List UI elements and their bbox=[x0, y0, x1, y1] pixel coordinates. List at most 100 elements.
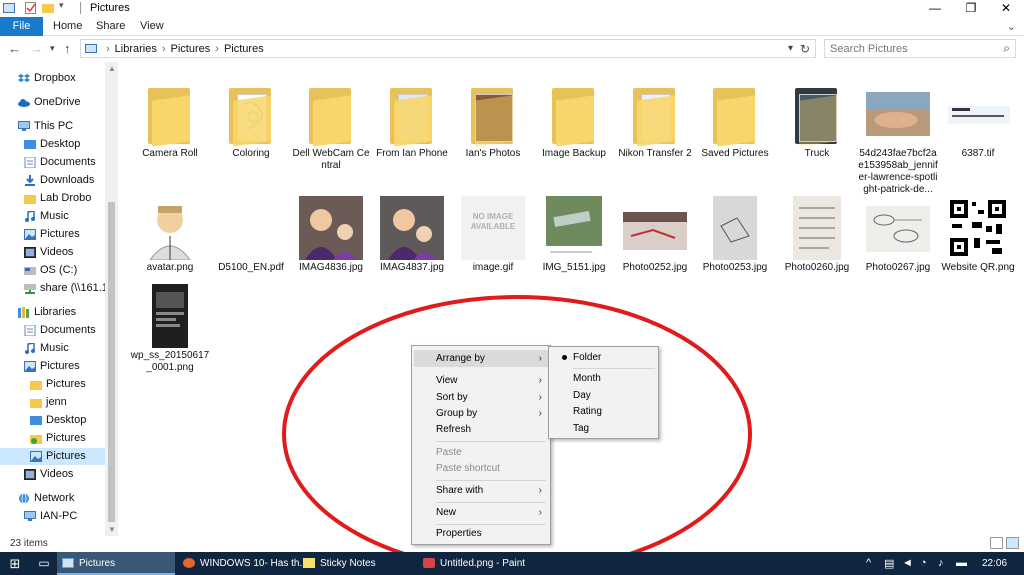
image-item[interactable]: wp_ss_20150617_0001.png bbox=[130, 272, 210, 390]
breadcrumb-libraries[interactable]: Libraries bbox=[115, 43, 157, 55]
clock[interactable]: 22:06 bbox=[982, 558, 1007, 569]
scroll-up-arrow-icon[interactable]: ▲ bbox=[108, 64, 116, 73]
folder-item[interactable]: From Ian Phone bbox=[372, 70, 452, 188]
back-arrow-icon[interactable]: ← bbox=[8, 41, 21, 56]
minimize-button[interactable]: — bbox=[917, 0, 953, 17]
downloads-icon bbox=[24, 175, 36, 186]
show-hidden-icons-icon[interactable]: ^ bbox=[866, 557, 871, 569]
folder-item[interactable]: Camera Roll bbox=[130, 70, 210, 188]
network-icon bbox=[18, 493, 30, 504]
menu-item-sort-by[interactable]: Sort by › bbox=[414, 389, 548, 406]
folder-item[interactable]: Dell WebCam Central bbox=[291, 70, 371, 188]
windows-start-icon[interactable]: ⊞ bbox=[0, 552, 30, 575]
menu-item-group-by[interactable]: Group by › bbox=[414, 405, 548, 422]
image-item[interactable]: 6387.tif bbox=[938, 70, 1018, 188]
menu-item-share-with[interactable]: Share with › bbox=[414, 482, 548, 499]
taskbar-item-paint[interactable]: Untitled.png - Paint bbox=[418, 552, 538, 575]
network-status-icon[interactable]: ▤ bbox=[884, 557, 894, 570]
refresh-icon[interactable]: ↻ bbox=[800, 42, 810, 56]
tab-view[interactable]: View bbox=[130, 17, 174, 36]
tab-share[interactable]: Share bbox=[86, 17, 135, 36]
new-folder-quick-icon[interactable] bbox=[42, 2, 54, 14]
folder-item[interactable]: Nikon Transfer 2 bbox=[615, 70, 695, 188]
volume-icon[interactable]: ◄ bbox=[902, 557, 913, 569]
image-thumbnail: NO IMAGE AVAILABLE bbox=[461, 196, 525, 260]
folder-item[interactable]: Ian's Photos bbox=[453, 70, 533, 188]
image-item[interactable]: IMAG4837.jpg bbox=[372, 184, 452, 302]
folder-item[interactable]: Truck bbox=[777, 70, 857, 188]
recent-locations-chevron-icon[interactable]: ▾ bbox=[50, 43, 55, 54]
image-item[interactable]: IMG_5151.jpg bbox=[534, 184, 614, 302]
folder-item[interactable]: Image Backup bbox=[534, 70, 614, 188]
pdf-item[interactable]: D5100_EN.pdf bbox=[211, 184, 291, 302]
quick-access-dropdown-icon[interactable]: ▾ bbox=[59, 0, 64, 12]
ribbon-tabs: File Home Share View ⌄ ? bbox=[0, 17, 1024, 36]
image-item[interactable]: Website QR.png bbox=[938, 184, 1018, 302]
image-thumbnail bbox=[623, 196, 687, 260]
search-box[interactable]: Search Pictures ⌕ bbox=[824, 39, 1016, 58]
chevron-right-icon: › bbox=[538, 485, 542, 496]
menu-item-arrange-by[interactable]: Arrange by › bbox=[414, 350, 548, 367]
menu-item-new[interactable]: New › bbox=[414, 504, 548, 521]
nav-pane-scrollbar[interactable]: ▲ ▼ bbox=[105, 62, 118, 536]
taskbar-item-pictures[interactable]: Pictures bbox=[57, 552, 175, 575]
speaker-icon[interactable]: ♪ bbox=[938, 557, 944, 569]
forward-arrow-icon[interactable]: → bbox=[30, 41, 43, 56]
submenu-item-rating[interactable]: Rating bbox=[551, 403, 656, 420]
taskbar-item-firefox[interactable]: WINDOWS 10- Has th... bbox=[178, 552, 308, 575]
up-arrow-icon[interactable]: ↑ bbox=[64, 41, 71, 56]
properties-quick-icon[interactable] bbox=[25, 2, 37, 14]
close-button[interactable]: ✕ bbox=[988, 0, 1024, 17]
task-view-icon[interactable]: ▭ bbox=[32, 552, 56, 575]
pdf-file-icon bbox=[219, 196, 283, 260]
firefox-icon bbox=[183, 558, 195, 569]
submenu-item-month[interactable]: Month bbox=[551, 370, 656, 387]
paint-icon bbox=[423, 558, 435, 569]
menu-item-view[interactable]: View › bbox=[414, 372, 548, 389]
submenu-item-folder[interactable]: Folder bbox=[551, 349, 656, 366]
folder-item[interactable]: Saved Pictures bbox=[695, 70, 775, 188]
folder-icon bbox=[623, 82, 687, 147]
image-item[interactable]: Photo0267.jpg bbox=[858, 184, 938, 302]
wifi-icon[interactable]: ◔ bbox=[920, 557, 927, 569]
submenu-item-day[interactable]: Day bbox=[551, 387, 656, 404]
breadcrumb-pictures-folder[interactable]: Pictures bbox=[224, 43, 264, 55]
large-icons-view-icon[interactable] bbox=[1006, 537, 1019, 549]
menu-item-paste-shortcut[interactable]: Paste shortcut bbox=[414, 460, 548, 477]
details-view-icon[interactable] bbox=[990, 537, 1003, 549]
folder-icon bbox=[380, 82, 444, 147]
scroll-down-arrow-icon[interactable]: ▼ bbox=[108, 525, 116, 534]
image-item[interactable]: 54d243fae7bcf2ae153958ab_jennifer-lawren… bbox=[858, 70, 938, 195]
folder-item[interactable]: Coloring bbox=[211, 70, 291, 188]
scrollbar-thumb[interactable] bbox=[108, 202, 115, 522]
image-item[interactable]: Photo0260.jpg bbox=[777, 184, 857, 302]
ribbon-expand-icon[interactable]: ⌄ bbox=[1007, 20, 1016, 33]
taskbar-item-sticky-notes[interactable]: Sticky Notes bbox=[298, 552, 416, 575]
pc-icon bbox=[24, 511, 36, 522]
notifications-icon[interactable]: ▬ bbox=[956, 557, 967, 569]
address-history-chevron-icon[interactable]: ▾ bbox=[788, 43, 793, 54]
taskbar: ⊞ ▭ Pictures WINDOWS 10- Has th... Stick… bbox=[0, 552, 1024, 575]
image-thumbnail bbox=[866, 196, 930, 260]
image-item[interactable]: Photo0253.jpg bbox=[695, 184, 775, 302]
explorer-window-icon[interactable] bbox=[3, 2, 15, 14]
tab-file[interactable]: File bbox=[0, 17, 43, 36]
menu-item-properties[interactable]: Properties bbox=[414, 525, 548, 542]
chevron-right-icon: › bbox=[538, 353, 542, 364]
menu-item-paste[interactable]: Paste bbox=[414, 444, 548, 461]
maximize-button[interactable]: ❐ bbox=[953, 0, 989, 17]
folder-icon bbox=[30, 397, 42, 408]
folder-icon bbox=[219, 82, 283, 147]
tab-home[interactable]: Home bbox=[43, 17, 92, 36]
address-bar[interactable]: › Libraries › Pictures › Pictures ▾ ↻ bbox=[80, 39, 816, 58]
libraries-icon bbox=[18, 307, 30, 318]
breadcrumb-pictures-library[interactable]: Pictures bbox=[171, 43, 211, 55]
menu-item-refresh[interactable]: Refresh bbox=[414, 421, 548, 438]
address-row: ← → ▾ ↑ › Libraries › Pictures › Pictures ▾ ↻… bbox=[0, 37, 1024, 61]
submenu-item-tag[interactable]: Tag bbox=[551, 420, 656, 437]
image-item[interactable]: NO IMAGE AVAILABLE image.gif bbox=[453, 184, 533, 302]
image-item[interactable]: Photo0252.jpg bbox=[615, 184, 695, 302]
menu-separator bbox=[436, 502, 546, 503]
nav-item-pictures-selected[interactable]: Pictures bbox=[0, 448, 105, 465]
image-item[interactable]: IMAG4836.jpg bbox=[291, 184, 371, 302]
